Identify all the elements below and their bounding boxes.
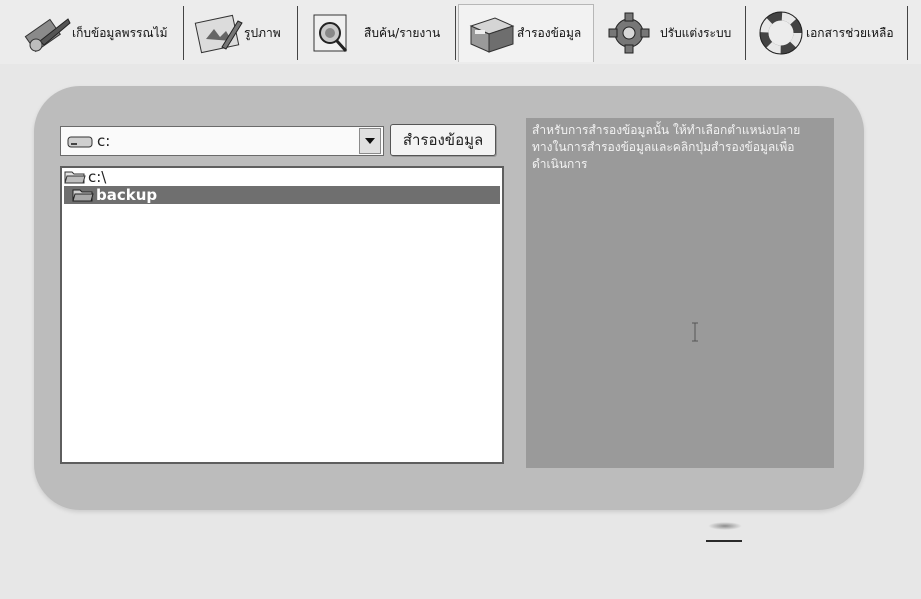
drive-icon (67, 134, 93, 148)
tab-label: สำรองข้อมูล (517, 26, 582, 40)
gear-icon (602, 10, 656, 56)
search-report-icon (306, 10, 360, 56)
tab-label: ปรับแต่งระบบ (660, 25, 732, 40)
list-item[interactable]: c:\ (62, 168, 502, 186)
tab-backup[interactable]: สำรองข้อมูล (458, 4, 594, 62)
tab-images[interactable]: รูปภาพ (186, 6, 298, 60)
decoration-line (706, 540, 742, 542)
tab-label: เก็บข้อมูลพรรณไม้ (72, 25, 168, 40)
tab-label: สืบค้น/รายงาน (364, 25, 441, 40)
tab-label: รูปภาพ (244, 25, 281, 40)
image-icon (192, 10, 246, 56)
drive-value: c: (97, 132, 111, 150)
tab-search-report[interactable]: สืบค้น/รายงาน (300, 6, 456, 60)
tab-label: เอกสารช่วยเหลือ (806, 25, 894, 40)
tab-help[interactable]: เอกสารช่วยเหลือ (748, 6, 908, 60)
folder-name: c:\ (88, 168, 107, 186)
folder-name: backup (96, 186, 158, 204)
info-text: สำหรับการสำรองข้อมูลนั้น ให้ทำเลือกตำแหน… (526, 118, 834, 468)
tab-plant-data[interactable]: เก็บข้อมูลพรรณไม้ (16, 6, 184, 60)
folder-list[interactable]: c:\ backup (60, 166, 504, 464)
text-cursor-icon (690, 322, 700, 342)
file-cabinet-icon (465, 11, 519, 57)
drive-select[interactable]: c: (60, 126, 384, 156)
chevron-down-icon[interactable] (359, 128, 381, 154)
plant-data-icon (22, 10, 76, 56)
tab-settings[interactable]: ปรับแต่งระบบ (596, 6, 746, 60)
lifebuoy-icon (754, 10, 808, 56)
folder-open-icon (64, 169, 86, 185)
backup-button[interactable]: สำรองข้อมูล (390, 124, 496, 156)
folder-open-icon (72, 187, 94, 203)
tab-bar: เก็บข้อมูลพรรณไม้ รูปภาพ สืบค้น/รายงาน ส… (0, 0, 921, 64)
decoration-shadow (708, 522, 742, 530)
list-item[interactable]: backup (64, 186, 500, 204)
